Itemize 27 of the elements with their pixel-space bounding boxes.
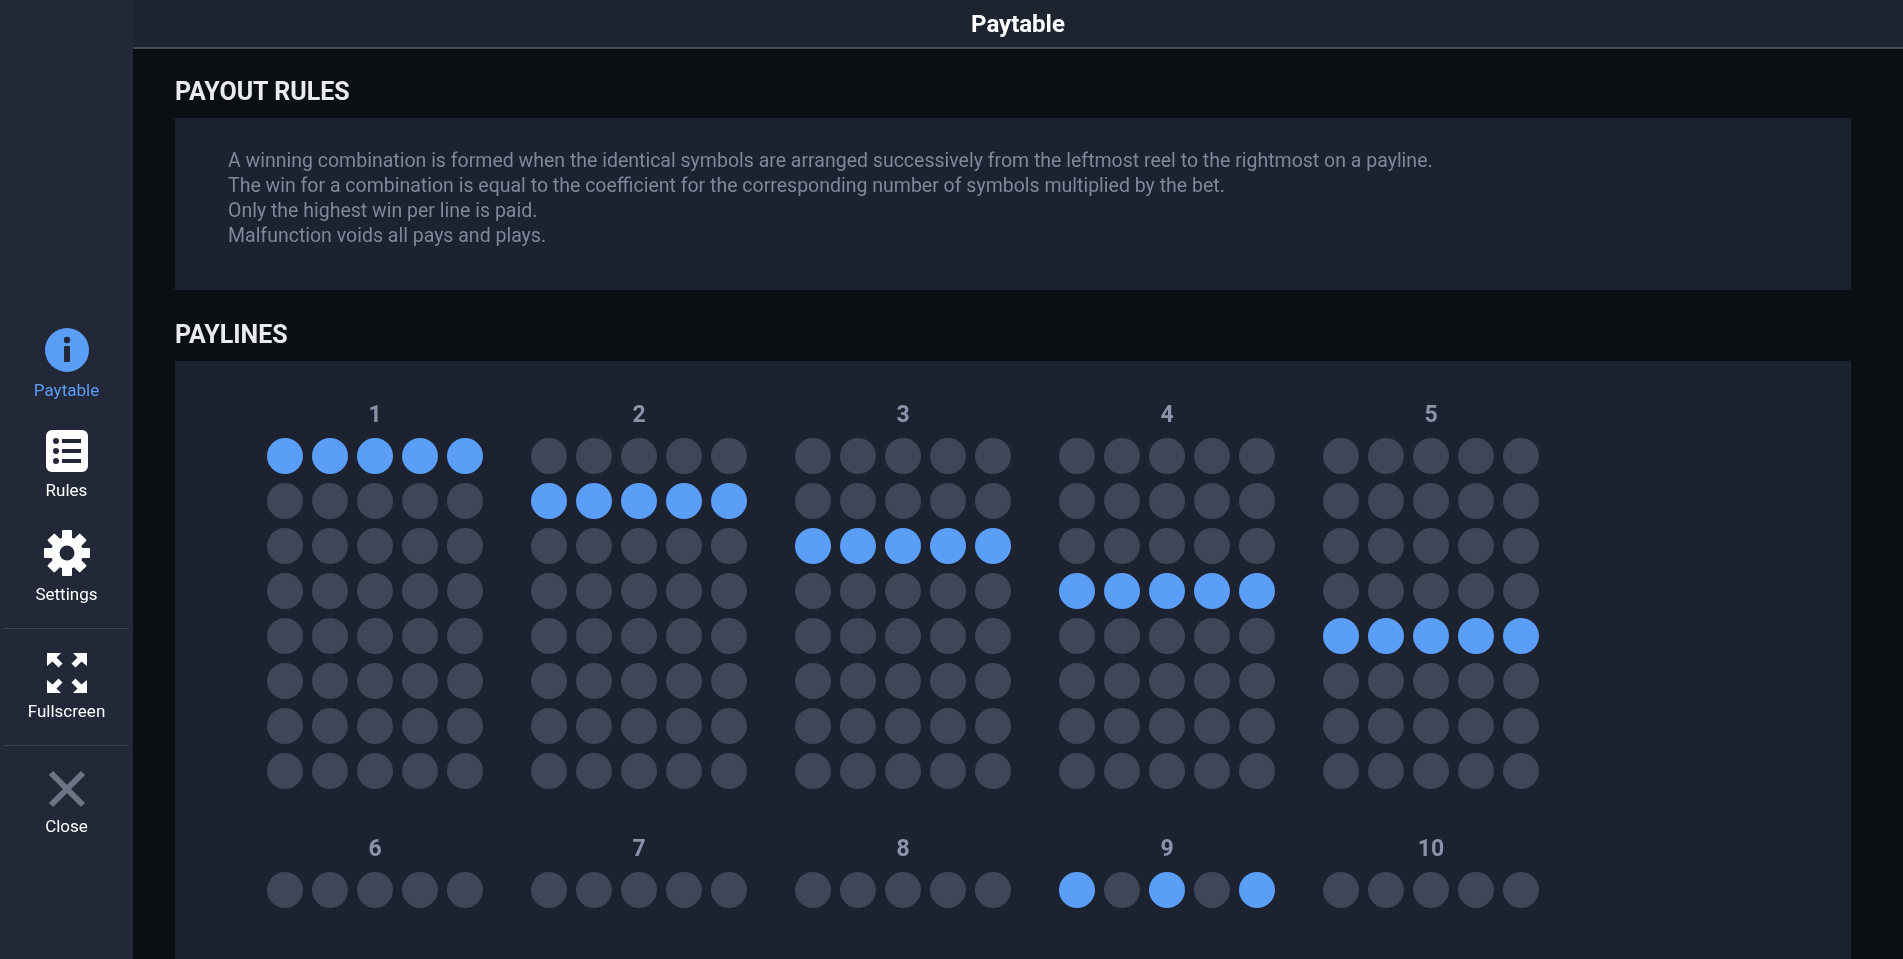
fullscreen-icon bbox=[46, 653, 87, 693]
list-icon bbox=[45, 430, 88, 472]
payline-number: 7 bbox=[632, 835, 646, 862]
rule-text: Malfunction voids all pays and plays. bbox=[228, 223, 548, 248]
rule-text: A winning combination is formed when the identical symbols are arranged successively from the leftmost reel to the rightmost on a payline. bbox=[228, 148, 1434, 173]
payline-number: 6 bbox=[368, 835, 382, 862]
close-icon bbox=[47, 770, 86, 808]
info-icon bbox=[44, 328, 89, 372]
payline-number: 5 bbox=[1424, 401, 1438, 428]
settings-icon bbox=[43, 530, 90, 576]
window-title: Paytable bbox=[971, 9, 1065, 38]
payline-number: 3 bbox=[896, 401, 910, 428]
payline-number: 2 bbox=[632, 401, 646, 428]
payline-number: 1 bbox=[368, 401, 382, 428]
section-heading: PAYLINES bbox=[175, 320, 289, 349]
rule-text: The win for a combination is equal to the coefficient for the corresponding number of symbols multiplied by the bet. bbox=[228, 173, 1226, 198]
sidebar-item[interactable]: Paytable bbox=[0, 322, 133, 406]
sidebar-item[interactable]: Settings bbox=[0, 524, 133, 610]
payline-number: 9 bbox=[1160, 835, 1174, 862]
payline-number: 4 bbox=[1160, 401, 1174, 428]
section-heading: PAYOUT RULES bbox=[175, 77, 351, 106]
sidebar-item[interactable]: Close bbox=[4, 764, 129, 842]
sidebar-item[interactable]: Rules bbox=[0, 424, 133, 506]
sidebar-item[interactable]: Fullscreen bbox=[4, 647, 129, 727]
payline-number: 8 bbox=[896, 835, 910, 862]
rule-text: Only the highest win per line is paid. bbox=[228, 198, 539, 223]
payline-number: 10 bbox=[1417, 835, 1445, 862]
